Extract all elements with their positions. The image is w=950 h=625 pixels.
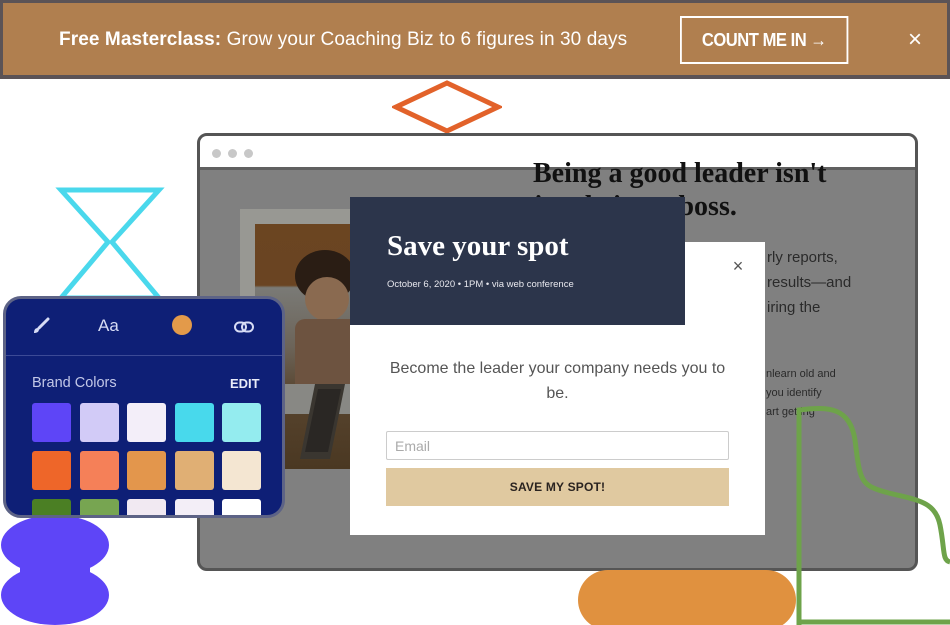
modal-header: Save your spot October 6, 2020 • 1PM • v… bbox=[350, 197, 685, 325]
panel-toolbar: Aa bbox=[6, 299, 282, 356]
orange-diamond-decoration bbox=[392, 80, 502, 134]
save-my-spot-button[interactable]: SAVE MY SPOT! bbox=[386, 468, 729, 506]
count-me-in-button[interactable]: COUNT ME IN → bbox=[680, 16, 849, 64]
green-line-decoration bbox=[796, 406, 950, 625]
paintbrush-icon[interactable] bbox=[32, 317, 50, 340]
window-dot-icon bbox=[244, 149, 253, 158]
background-small-line: nlearn old and bbox=[766, 368, 836, 380]
background-small-line: you identify bbox=[766, 387, 822, 399]
banner-close-icon[interactable]: × bbox=[903, 27, 927, 53]
color-swatch[interactable] bbox=[32, 499, 71, 515]
color-swatch[interactable] bbox=[32, 451, 71, 490]
modal-copy: Become the leader your company needs you… bbox=[389, 360, 726, 402]
modal-event-details: October 6, 2020 • 1PM • via web conferen… bbox=[387, 279, 574, 290]
modal-title: Save your spot bbox=[387, 230, 569, 262]
color-swatch[interactable] bbox=[174, 403, 214, 442]
color-swatch[interactable] bbox=[174, 451, 214, 490]
modal-close-button[interactable]: × bbox=[730, 257, 746, 275]
color-swatch[interactable] bbox=[79, 451, 119, 490]
promo-banner: Free Masterclass: Grow your Coaching Biz… bbox=[0, 0, 950, 79]
cyan-hourglass-decoration bbox=[55, 187, 165, 301]
brand-colors-title: Brand Colors bbox=[32, 375, 117, 391]
color-swatch[interactable] bbox=[222, 451, 261, 490]
color-swatch[interactable] bbox=[222, 403, 261, 442]
color-swatch[interactable] bbox=[127, 403, 166, 442]
background-paragraph-line: iring the bbox=[767, 299, 821, 316]
banner-text: Grow your Coaching Biz to 6 figures in 3… bbox=[221, 29, 628, 50]
color-picker-icon[interactable] bbox=[172, 315, 192, 335]
color-swatch[interactable] bbox=[127, 451, 166, 490]
color-swatch[interactable] bbox=[222, 499, 261, 515]
brand-colors-panel: Aa Brand Colors EDIT bbox=[3, 296, 285, 518]
background-heading-line1: Being a good leader isn't bbox=[533, 158, 827, 189]
background-paragraph-line: rly reports, bbox=[767, 249, 838, 266]
color-swatch[interactable] bbox=[174, 499, 214, 515]
window-dot-icon bbox=[212, 149, 221, 158]
banner-bold-text: Free Masterclass: bbox=[59, 29, 222, 50]
color-swatch[interactable] bbox=[32, 403, 71, 442]
email-input[interactable] bbox=[386, 431, 729, 460]
color-swatch[interactable] bbox=[79, 403, 119, 442]
edit-brand-colors-button[interactable]: EDIT bbox=[230, 376, 260, 391]
font-icon[interactable]: Aa bbox=[98, 316, 119, 336]
background-paragraph-line: results—and bbox=[767, 274, 852, 291]
window-dot-icon bbox=[228, 149, 237, 158]
orange-pill-decoration bbox=[578, 570, 796, 625]
color-swatch[interactable] bbox=[127, 499, 166, 515]
link-icon[interactable] bbox=[234, 320, 254, 338]
banner-message: Free Masterclass: Grow your Coaching Biz… bbox=[59, 29, 627, 51]
purple-blob-decoration bbox=[1, 515, 109, 625]
color-swatch[interactable] bbox=[79, 499, 119, 515]
promo-canvas: Being a good leader isn't just being a b… bbox=[0, 0, 950, 625]
